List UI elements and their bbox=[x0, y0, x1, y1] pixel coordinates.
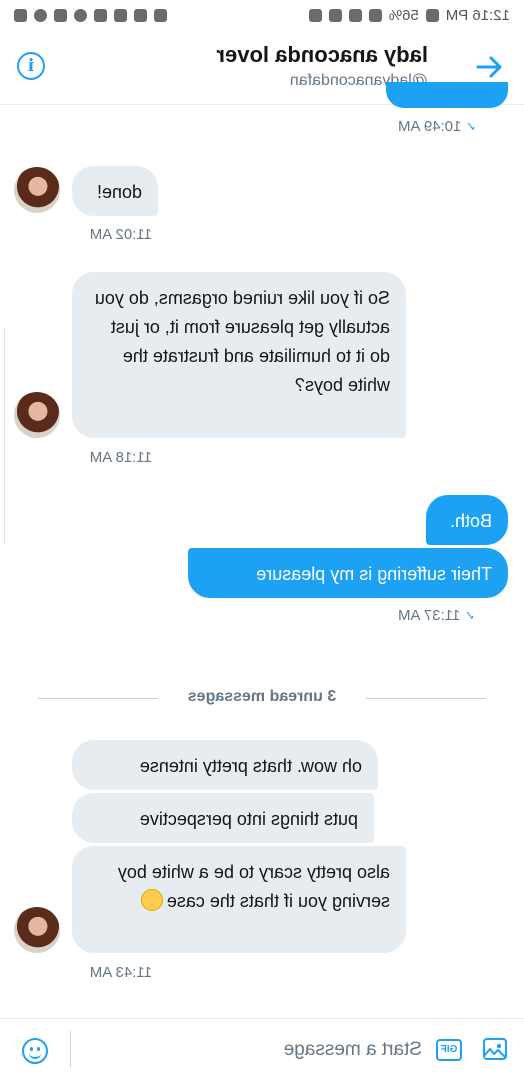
sent-message-bubble[interactable]: Both. bbox=[426, 495, 508, 545]
received-message-bubble[interactable]: oh wow. thats pretty intense bbox=[72, 740, 378, 790]
battery-icon bbox=[425, 8, 439, 22]
sent-timestamp: ✓11:37 AM bbox=[398, 607, 476, 624]
received-timestamp: 11:43 AM bbox=[89, 964, 152, 981]
info-icon[interactable]: i bbox=[17, 52, 45, 80]
avatar[interactable] bbox=[14, 392, 60, 438]
divider-line bbox=[38, 698, 158, 699]
wifi-icon bbox=[348, 8, 362, 22]
back-arrow-icon[interactable] bbox=[472, 50, 506, 84]
conversation-title: lady anaconda lover bbox=[216, 42, 428, 67]
message-input[interactable] bbox=[78, 1029, 424, 1071]
battery-level: 56% bbox=[388, 6, 419, 24]
received-timestamp: 11:18 AM bbox=[89, 449, 152, 466]
avatar[interactable] bbox=[14, 167, 60, 213]
bluetooth-icon bbox=[308, 8, 322, 22]
emoji-icon[interactable] bbox=[22, 1038, 48, 1064]
dm-conversation-screen: 12:16 PM 56% lady anaconda lover @ladyan… bbox=[0, 0, 524, 1079]
status-left: 12:16 PM 56% bbox=[308, 6, 510, 24]
smiling-face-emoji-icon bbox=[140, 889, 163, 911]
chat-icon bbox=[34, 8, 47, 22]
unread-label: 3 unread messages bbox=[187, 688, 337, 705]
message-composer: GIF bbox=[0, 1018, 524, 1079]
signal-icon bbox=[368, 8, 382, 22]
instagram-icon bbox=[14, 8, 27, 22]
messenger-icon bbox=[74, 8, 87, 22]
status-bar: 12:16 PM 56% bbox=[0, 0, 524, 30]
status-time: 12:16 PM bbox=[445, 6, 510, 24]
unread-divider: 3 unread messages bbox=[38, 688, 486, 705]
sent-timestamp: ✓10:49 AM bbox=[398, 118, 477, 135]
received-message-bubble[interactable]: So if you like ruined orgasms, do you ac… bbox=[72, 272, 406, 438]
received-message-bubble[interactable]: also pretty scary to be a white boy serv… bbox=[72, 846, 406, 953]
read-check-icon: ✓ bbox=[465, 119, 477, 134]
sent-message-bubble[interactable]: Their suffering is my pleasure bbox=[188, 548, 508, 598]
emoji-icon-mouth bbox=[29, 1051, 41, 1059]
sent-message-bubble-partial[interactable] bbox=[386, 82, 508, 108]
received-message-bubble[interactable]: puts things into perspective bbox=[72, 793, 374, 843]
image-icon[interactable] bbox=[482, 1036, 508, 1062]
vpn-icon bbox=[134, 8, 147, 22]
avatar[interactable] bbox=[14, 907, 60, 953]
mute-icon bbox=[328, 8, 342, 22]
scroll-indicator[interactable] bbox=[0, 328, 5, 544]
received-message-bubble[interactable]: done! bbox=[72, 166, 158, 216]
gmail-icon bbox=[54, 8, 67, 22]
upload-icon bbox=[94, 8, 107, 22]
download-icon bbox=[114, 8, 127, 22]
gif-button[interactable]: GIF bbox=[436, 1039, 462, 1061]
composer-divider bbox=[70, 1031, 71, 1067]
received-timestamp: 11:02 AM bbox=[89, 226, 152, 243]
status-right bbox=[14, 8, 167, 22]
read-check-icon: ✓ bbox=[464, 608, 476, 623]
photo-notification-icon bbox=[154, 8, 167, 22]
